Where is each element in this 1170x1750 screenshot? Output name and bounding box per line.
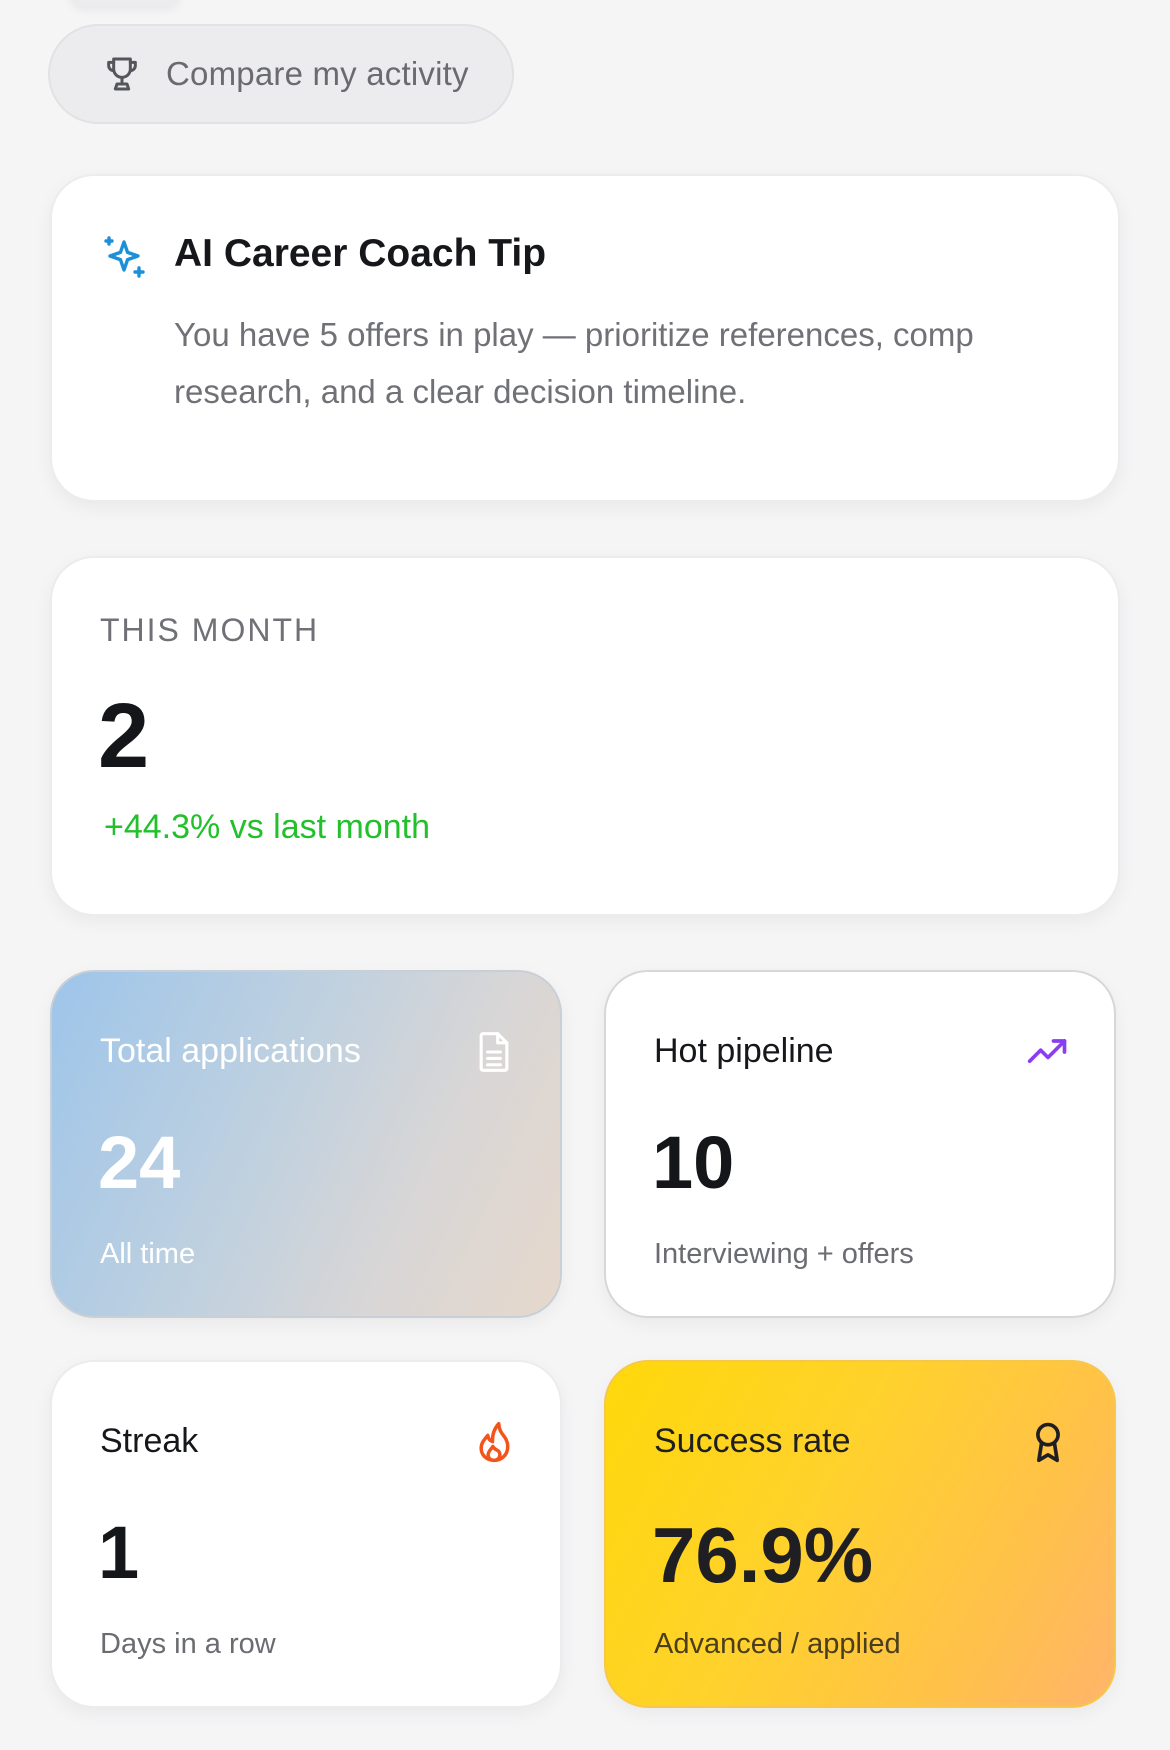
streak-card[interactable]: Streak 1 Days in a row [50,1360,562,1708]
hot-pipeline-sub: Interviewing + offers [654,1238,914,1270]
hot-pipeline-label: Hot pipeline [654,1032,834,1070]
this-month-label: THIS MONTH [100,612,320,648]
compare-activity-button[interactable]: Compare my activity [48,24,514,124]
trending-up-icon [1026,1030,1070,1074]
trophy-icon [102,54,142,94]
total-applications-card[interactable]: Total applications 24 All time [50,970,562,1318]
tip-body: You have 5 offers in play — prioritize r… [174,316,974,410]
streak-value: 1 [98,1511,140,1594]
total-applications-value: 24 [98,1121,181,1204]
award-icon [1026,1420,1070,1464]
flame-icon [472,1420,516,1464]
success-rate-sub: Advanced / applied [654,1628,901,1660]
success-rate-value: 76.9% [652,1511,874,1599]
streak-sub: Days in a row [100,1628,276,1660]
sparkle-icon [100,234,148,282]
hot-pipeline-value: 10 [652,1121,735,1204]
tip-title: AI Career Coach Tip [174,232,547,275]
this-month-card: THIS MONTH 2 +44.3% vs last month [50,556,1120,916]
previous-element-stub [70,0,180,6]
compare-activity-label: Compare my activity [166,55,469,92]
document-icon [472,1030,516,1074]
streak-label: Streak [100,1422,199,1460]
this-month-delta: +44.3% vs last month [104,808,431,846]
total-applications-label: Total applications [100,1032,361,1070]
success-rate-card[interactable]: Success rate 76.9% Advanced / applied [604,1360,1116,1708]
success-rate-label: Success rate [654,1422,851,1460]
total-applications-sub: All time [100,1238,196,1270]
ai-coach-tip-card: AI Career Coach Tip You have 5 offers in… [50,174,1120,502]
hot-pipeline-card[interactable]: Hot pipeline 10 Interviewing + offers [604,970,1116,1318]
this-month-value: 2 [98,685,150,787]
dashboard-page: Compare my activity AI Career Coach Tip … [0,0,1170,1750]
